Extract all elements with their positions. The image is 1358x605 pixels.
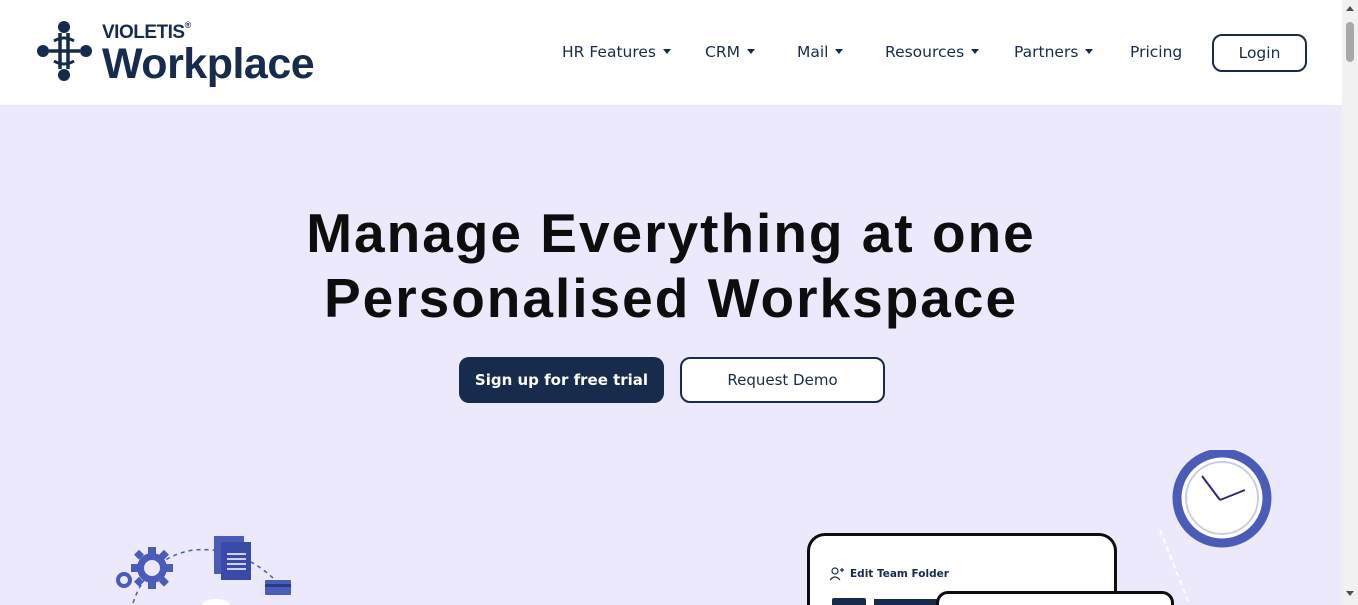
hero-title-line-2: Personalised Workspace — [323, 267, 1019, 329]
nav-partners[interactable]: Partners — [1014, 43, 1094, 61]
folder-icon — [832, 598, 866, 605]
scroll-down-arrow-icon[interactable] — [1346, 591, 1354, 596]
nav-crm[interactable]: CRM — [705, 43, 755, 61]
request-demo-button[interactable]: Request Demo — [680, 357, 885, 403]
hero-title: Manage Everything at one Personalised Wo… — [0, 201, 1342, 331]
nav-label: HR Features — [562, 43, 656, 61]
nav-label: CRM — [705, 43, 740, 61]
nav-label: Partners — [1014, 43, 1079, 61]
gear-icon — [131, 547, 173, 589]
nav-mail[interactable]: Mail — [797, 43, 844, 61]
page-scrollbar[interactable] — [1342, 0, 1358, 605]
scroll-up-arrow-icon[interactable] — [1346, 6, 1354, 11]
nav-hr-features[interactable]: HR Features — [562, 43, 671, 61]
login-button[interactable]: Login — [1212, 34, 1307, 72]
nav-resources[interactable]: Resources — [885, 43, 980, 61]
hero-title-line-1: Manage Everything at one — [306, 202, 1036, 264]
signup-free-trial-button[interactable]: Sign up for free trial — [459, 357, 664, 403]
chevron-down-icon — [971, 49, 980, 54]
card-title: Edit Team Folder — [850, 568, 949, 580]
add-user-icon — [830, 567, 844, 581]
credit-card-icon — [265, 580, 291, 595]
nav-label: Resources — [885, 43, 965, 61]
folder-name-bar — [874, 599, 944, 605]
gear-icon — [116, 572, 132, 588]
nav-pricing[interactable]: Pricing — [1130, 43, 1182, 61]
site-header: VIOLETIS® Workplace HR Features CRM Mail… — [0, 0, 1342, 105]
scroll-thumb[interactable] — [1346, 22, 1354, 62]
main-nav: HR Features CRM Mail Resources Partners … — [0, 0, 1342, 105]
nav-label: Pricing — [1130, 43, 1183, 61]
overlay-card — [936, 591, 1174, 605]
chevron-down-icon — [746, 49, 755, 54]
chevron-down-icon — [663, 49, 671, 54]
document-icon — [214, 536, 251, 580]
chevron-down-icon — [835, 49, 844, 54]
chevron-down-icon — [1085, 49, 1094, 54]
workflow-illustration — [116, 536, 291, 605]
nav-label: Mail — [797, 43, 829, 61]
